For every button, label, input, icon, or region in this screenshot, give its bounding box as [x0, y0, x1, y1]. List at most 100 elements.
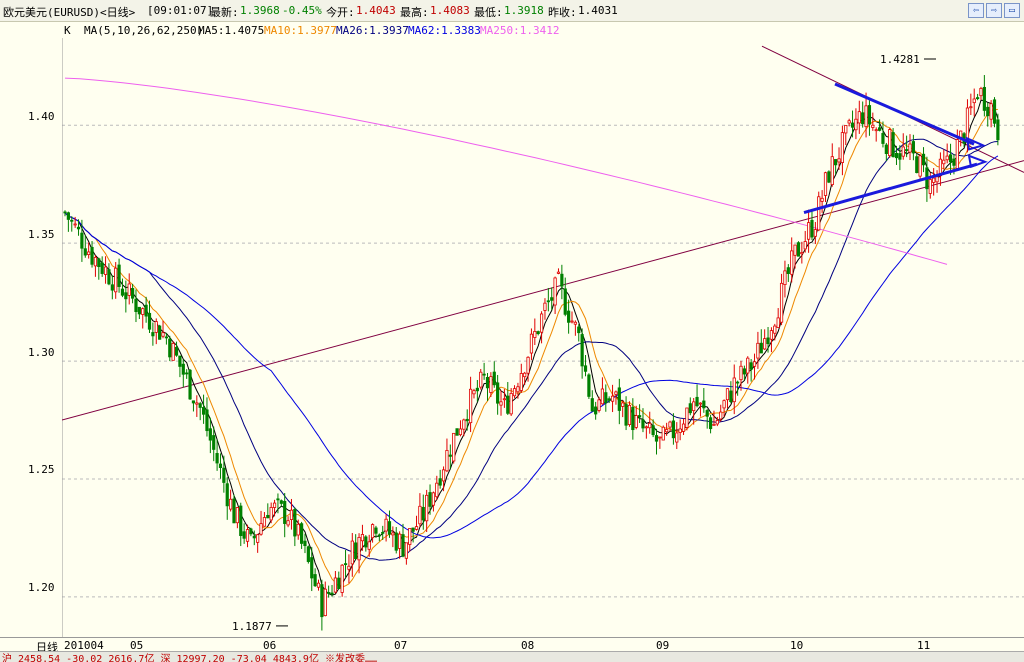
down-candle	[158, 325, 162, 340]
up-candle	[229, 498, 233, 510]
price-axis: 1.20 1.25 1.30 1.35 1.40	[0, 38, 62, 638]
maximize-icon[interactable]: ▭	[1004, 3, 1020, 18]
down-candle	[641, 419, 645, 429]
up-candle	[418, 505, 422, 525]
down-candle	[303, 540, 307, 547]
down-candle	[107, 269, 111, 285]
down-candle	[134, 298, 138, 313]
down-candle	[594, 406, 598, 415]
back-icon[interactable]: ⇦	[968, 3, 984, 18]
down-candle	[313, 574, 317, 587]
down-candle	[151, 332, 155, 337]
up-candle	[972, 98, 976, 104]
down-candle	[708, 417, 713, 430]
down-candle	[354, 542, 358, 560]
down-candle	[232, 498, 236, 524]
up-candle	[969, 106, 973, 109]
down-candle	[178, 355, 182, 367]
down-candle	[590, 398, 594, 412]
down-candle	[381, 531, 385, 534]
ma10-value: MA10:1.3977	[264, 24, 337, 37]
up-candle	[161, 332, 165, 337]
down-candle	[911, 141, 915, 154]
down-candle	[705, 410, 709, 417]
up-candle	[262, 517, 267, 527]
open-label: 今开:	[326, 6, 355, 19]
up-candle	[479, 371, 483, 388]
down-candle	[76, 226, 81, 230]
down-candle	[438, 478, 442, 486]
up-candle	[141, 308, 145, 315]
down-candle	[651, 425, 655, 436]
up-candle	[472, 390, 476, 395]
y-tick: 1.40	[28, 110, 55, 123]
down-candle	[205, 409, 209, 432]
open-value: 1.4043	[356, 4, 396, 17]
up-candle	[901, 146, 905, 157]
up-candle	[793, 244, 797, 256]
up-candle	[404, 542, 408, 559]
up-candle	[807, 222, 811, 240]
down-candle	[617, 387, 621, 411]
up-candle	[837, 158, 841, 163]
down-candle	[905, 149, 909, 151]
up-candle	[458, 428, 463, 436]
down-candle	[810, 219, 814, 238]
down-candle	[401, 534, 405, 557]
down-candle	[320, 584, 324, 618]
up-candle	[864, 105, 868, 128]
up-candle	[908, 143, 912, 153]
down-candle	[266, 514, 270, 519]
up-candle	[763, 338, 767, 350]
down-candle	[330, 592, 334, 595]
down-candle	[201, 407, 206, 415]
up-candle	[800, 252, 804, 255]
up-candle	[857, 111, 861, 124]
ma250-value: MA250:1.3412	[480, 24, 560, 37]
up-candle	[614, 391, 618, 395]
down-candle	[174, 346, 179, 356]
down-candle	[377, 534, 381, 537]
down-candle	[120, 288, 125, 296]
up-candle	[445, 450, 449, 472]
down-candle	[671, 420, 676, 439]
down-candle	[83, 248, 87, 256]
up-candle	[398, 533, 402, 549]
up-candle	[556, 271, 561, 274]
down-candle	[131, 288, 135, 299]
quote-titlebar: 欧元美元(EURUSD)<日线> [09:01:07] 最新: 1.3968 -…	[0, 0, 1024, 22]
up-candle	[269, 507, 273, 521]
ma62-value: MA62:1.3383	[408, 24, 481, 37]
down-candle	[921, 153, 926, 166]
k-label: K	[64, 24, 71, 37]
change-value: -0.45%	[282, 4, 322, 17]
down-candle	[948, 154, 953, 163]
candlestick-chart[interactable]: 1.4281 1.1877	[62, 38, 1024, 637]
quote-time: [09:01:07]	[147, 4, 214, 17]
down-candle	[215, 453, 219, 464]
down-candle	[188, 369, 192, 400]
up-candle	[668, 421, 672, 428]
down-candle	[208, 428, 212, 441]
down-candle	[239, 505, 243, 536]
down-candle	[891, 132, 895, 158]
down-candle	[168, 338, 172, 358]
down-candle	[70, 219, 74, 222]
forward-icon[interactable]: ⇨	[986, 3, 1002, 18]
down-candle	[560, 273, 564, 287]
down-candle	[729, 390, 733, 403]
up-candle	[245, 529, 250, 542]
up-candle	[468, 388, 473, 424]
y-tick: 1.20	[28, 581, 55, 594]
up-candle	[661, 426, 665, 441]
instrument-title: 欧元美元(EURUSD)<日线>	[3, 6, 136, 19]
up-candle	[431, 492, 436, 506]
up-candle	[462, 419, 466, 430]
down-candle	[607, 398, 611, 401]
up-candle	[289, 509, 294, 520]
ma-legend: K MA(5,10,26,62,250) MA5:1.4075 MA10:1.3…	[0, 22, 1024, 38]
up-candle	[452, 432, 456, 462]
down-candle	[485, 376, 490, 389]
down-candle	[638, 415, 642, 418]
up-candle	[675, 432, 679, 443]
